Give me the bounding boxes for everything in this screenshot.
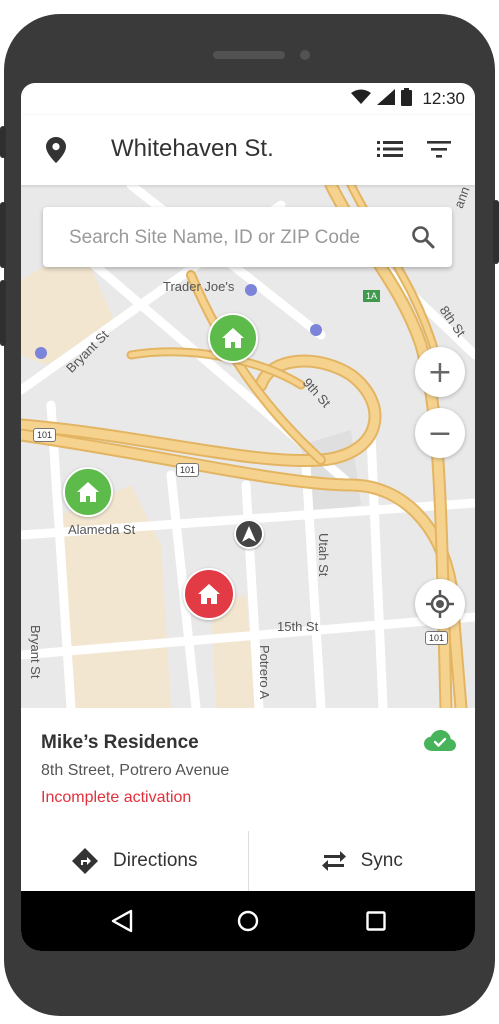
map-label-15th-st: 15th St bbox=[277, 619, 319, 634]
search-icon[interactable] bbox=[411, 225, 435, 254]
cloud-synced-icon bbox=[424, 730, 456, 757]
action-bar: Directions Sync bbox=[21, 831, 475, 891]
power-button bbox=[493, 200, 499, 264]
sync-button[interactable]: Sync bbox=[247, 831, 476, 891]
us-101-shield: 101 bbox=[176, 463, 200, 477]
site-name: Mike’s Residence bbox=[41, 732, 199, 753]
status-bar: 12:30 bbox=[21, 83, 475, 115]
site-status: Incomplete activation bbox=[41, 789, 192, 806]
signal-icon bbox=[377, 88, 396, 110]
site-marker-red[interactable] bbox=[183, 568, 235, 620]
filter-icon[interactable] bbox=[427, 139, 451, 164]
directions-label: Directions bbox=[113, 850, 198, 871]
earpiece-speaker bbox=[213, 51, 285, 59]
crosshair-icon bbox=[426, 590, 454, 618]
my-location-button[interactable] bbox=[415, 579, 465, 629]
map-label-potrero: Potrero A bbox=[257, 645, 272, 700]
volume-up-button bbox=[0, 202, 6, 268]
home-icon bbox=[198, 584, 220, 604]
highway-1a-shield: 1A bbox=[363, 290, 381, 302]
screen: 12:30 Whitehaven St. Trader Joe's Bryant… bbox=[21, 83, 475, 951]
map-label-utah-st: Utah St bbox=[316, 533, 331, 577]
volume-down-button bbox=[0, 280, 6, 346]
side-button-top bbox=[0, 126, 6, 158]
home-icon bbox=[77, 482, 99, 502]
map-label-trader-joes: Trader Joe's bbox=[163, 279, 235, 294]
search-bar bbox=[43, 207, 452, 267]
directions-button[interactable]: Directions bbox=[21, 831, 248, 891]
system-nav-bar bbox=[21, 891, 475, 951]
site-address: 8th Street, Potrero Avenue bbox=[41, 762, 230, 779]
list-view-icon[interactable] bbox=[377, 139, 403, 164]
search-input[interactable] bbox=[67, 221, 391, 255]
site-marker-green[interactable] bbox=[208, 313, 258, 363]
map-label-alameda-st: Alameda St bbox=[68, 522, 136, 537]
wifi-icon bbox=[351, 89, 372, 110]
battery-icon bbox=[401, 87, 413, 111]
current-heading-marker bbox=[234, 519, 264, 549]
home-icon bbox=[222, 328, 244, 348]
zoom-out-button[interactable]: − bbox=[415, 408, 465, 458]
navigation-arrow-icon bbox=[242, 526, 256, 542]
directions-icon bbox=[72, 848, 98, 874]
app-bar: Whitehaven St. bbox=[21, 115, 475, 185]
us-101-shield: 101 bbox=[33, 428, 57, 442]
page-title: Whitehaven St. bbox=[111, 135, 274, 162]
map-label-bryant-st-vertical: Bryant St bbox=[28, 625, 43, 679]
back-icon[interactable] bbox=[111, 909, 133, 938]
location-pin-icon[interactable] bbox=[46, 137, 66, 168]
us-101-shield: 101 bbox=[425, 631, 449, 645]
sync-label: Sync bbox=[360, 850, 403, 871]
home-nav-icon[interactable] bbox=[237, 910, 259, 937]
sync-icon bbox=[321, 851, 346, 871]
front-camera bbox=[300, 50, 310, 60]
site-detail-card[interactable]: Mike’s Residence 8th Street, Potrero Ave… bbox=[21, 708, 475, 832]
zoom-in-button[interactable]: + bbox=[415, 347, 465, 397]
recent-apps-icon[interactable] bbox=[366, 911, 386, 936]
site-marker-green[interactable] bbox=[63, 467, 113, 517]
status-time: 12:30 bbox=[422, 89, 465, 108]
